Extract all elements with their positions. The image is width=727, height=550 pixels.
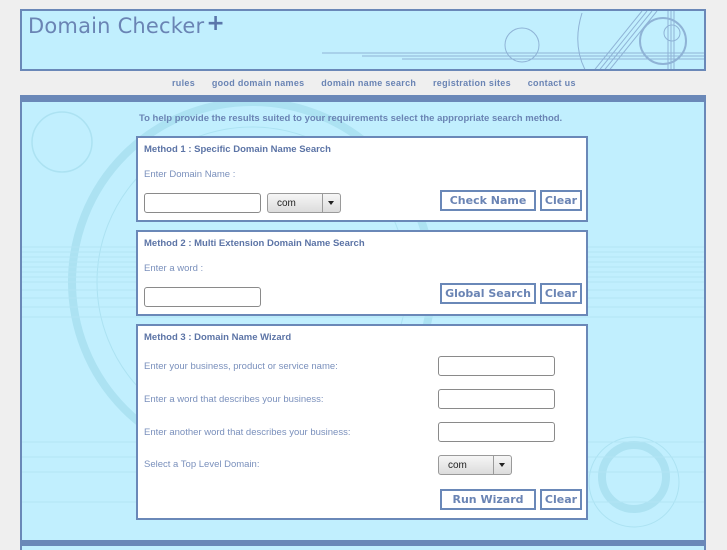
nav-link-contact-us[interactable]: contact us	[528, 78, 576, 88]
word-label: Enter a word :	[144, 263, 204, 274]
another-word-input[interactable]	[438, 422, 555, 442]
global-search-button[interactable]: Global Search	[440, 283, 536, 304]
check-name-button[interactable]: Check Name	[440, 190, 536, 211]
tld-label: Select a Top Level Domain:	[144, 459, 260, 470]
tld-selected-value: com	[448, 460, 467, 471]
tld-select[interactable]: com	[438, 455, 512, 475]
another-word-label: Enter another word that describes your b…	[144, 427, 351, 438]
method1-title: Method 1 : Specific Domain Name Search	[144, 144, 331, 155]
nav-link-good-domain-names[interactable]: good domain names	[212, 78, 305, 88]
word-input[interactable]	[144, 287, 261, 307]
nav-link-rules[interactable]: rules	[172, 78, 195, 88]
method1-clear-button[interactable]: Clear	[540, 190, 582, 211]
method2-panel: Method 2 : Multi Extension Domain Name S…	[136, 230, 588, 316]
footer-bar	[20, 540, 706, 546]
method1-panel: Method 1 : Specific Domain Name Search E…	[136, 136, 588, 222]
logo-plus-icon: +	[206, 11, 226, 36]
dropdown-arrow-icon	[493, 456, 511, 474]
extension-selected-value: com	[277, 198, 296, 209]
nav-link-registration-sites[interactable]: registration sites	[433, 78, 511, 88]
describe-word-input[interactable]	[438, 389, 555, 409]
method2-title: Method 2 : Multi Extension Domain Name S…	[144, 238, 365, 249]
logo-text: Domain Checker	[28, 14, 205, 38]
business-name-input[interactable]	[438, 356, 555, 376]
business-name-label: Enter your business, product or service …	[144, 361, 338, 372]
nav-link-domain-name-search[interactable]: domain name search	[321, 78, 416, 88]
method3-panel: Method 3 : Domain Name Wizard Enter your…	[136, 324, 588, 520]
extension-select[interactable]: com	[267, 193, 341, 213]
dropdown-arrow-icon	[322, 194, 340, 212]
method2-clear-button[interactable]: Clear	[540, 283, 582, 304]
describe-word-label: Enter a word that describes your busines…	[144, 394, 324, 405]
header-banner: Domain Checker+	[20, 9, 706, 71]
method3-title: Method 3 : Domain Name Wizard	[144, 332, 292, 343]
site-logo[interactable]: Domain Checker+	[28, 11, 226, 39]
intro-text: To help provide the results suited to yo…	[139, 113, 563, 124]
method3-clear-button[interactable]: Clear	[540, 489, 582, 510]
top-nav: rules good domain names domain name sear…	[172, 78, 590, 88]
domain-name-input[interactable]	[144, 193, 261, 213]
run-wizard-button[interactable]: Run Wizard	[440, 489, 536, 510]
domain-name-label: Enter Domain Name :	[144, 169, 236, 180]
